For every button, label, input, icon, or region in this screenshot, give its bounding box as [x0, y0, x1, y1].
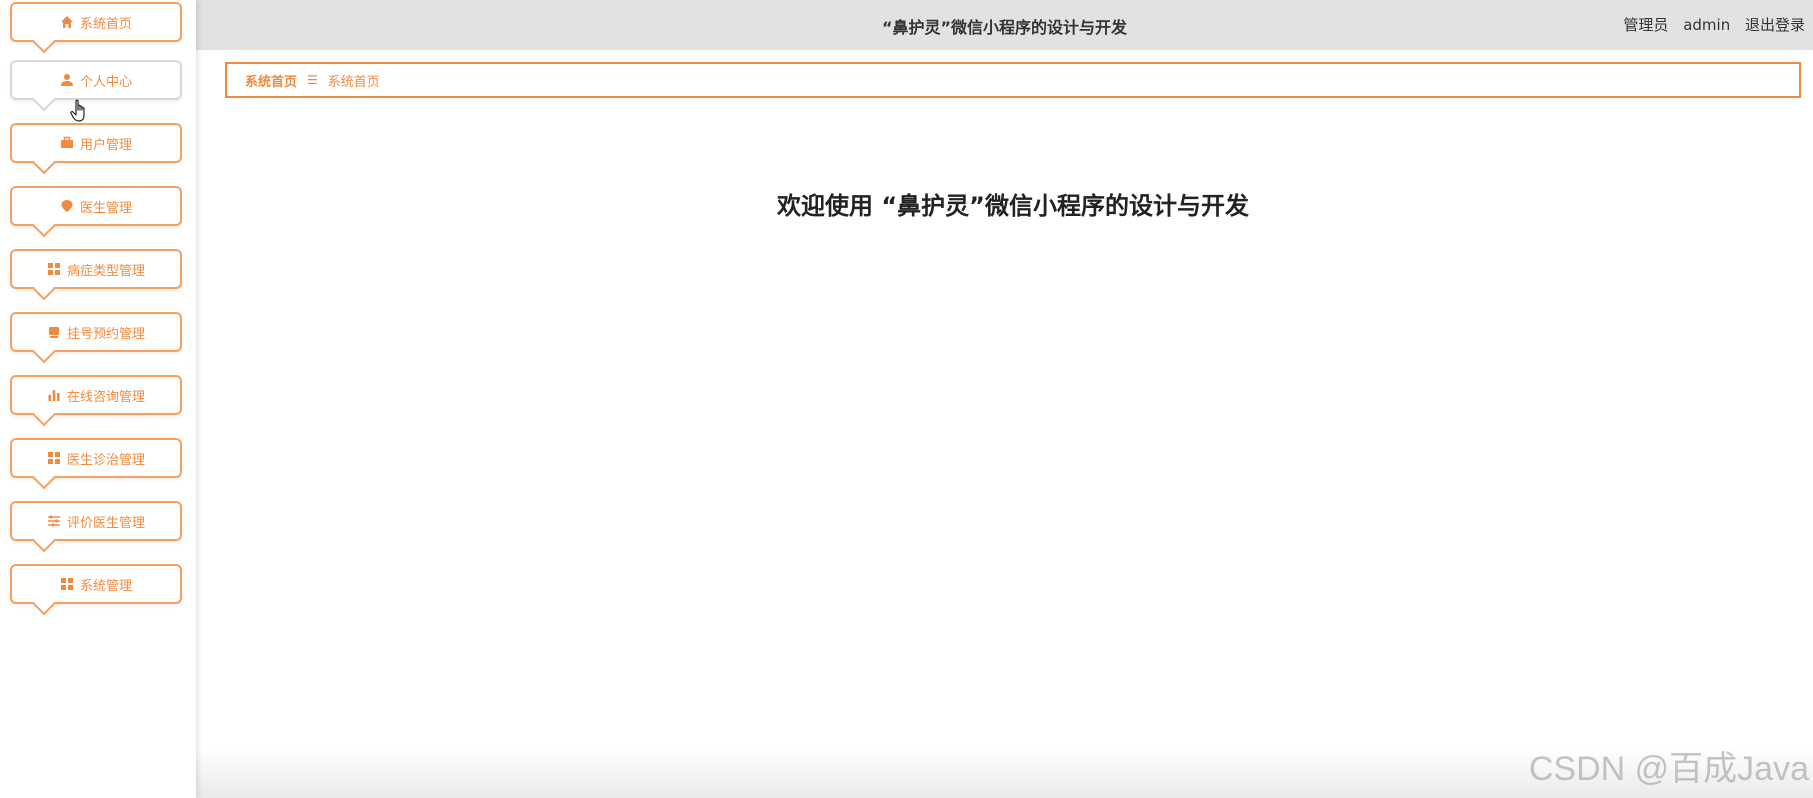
top-bar: “鼻护灵”微信小程序的设计与开发 管理员 admin 退出登录 — [196, 0, 1813, 50]
box-icon — [47, 325, 61, 339]
sidebar-item-profile[interactable]: 个人中心 — [10, 60, 182, 100]
sidebar-item-doctors[interactable]: 医生管理 — [10, 186, 182, 226]
sidebar-item-label: 挂号预约管理 — [66, 326, 145, 342]
sidebar-item-system[interactable]: 系统管理 — [10, 564, 182, 604]
sidebar-item-label: 系统首页 — [79, 16, 132, 32]
user-role: 管理员 — [1623, 16, 1669, 34]
home-icon — [60, 15, 74, 29]
welcome-heading: 欢迎使用 “鼻护灵”微信小程序的设计与开发 — [777, 192, 1249, 220]
sidebar-item-label: 个人中心 — [79, 74, 132, 90]
grid-icon — [60, 577, 74, 591]
sidebar-item-label: 用户管理 — [79, 137, 132, 153]
sidebar-item-label: 在线咨询管理 — [66, 389, 145, 405]
sidebar-item-label: 系统管理 — [79, 578, 132, 594]
app-title: “鼻护灵”微信小程序的设计与开发 — [881, 18, 1128, 37]
user-area: 管理员 admin 退出登录 — [1613, 14, 1805, 35]
breadcrumb-home-link[interactable]: 系统首页 — [245, 71, 297, 90]
sidebar-item-label: 评价医生管理 — [66, 515, 145, 531]
briefcase-icon — [60, 136, 74, 150]
sidebar-item-users[interactable]: 用户管理 — [10, 123, 182, 163]
sidebar-item-label: 医生诊治管理 — [66, 452, 145, 468]
pin-icon — [60, 199, 74, 213]
username: admin — [1683, 16, 1731, 34]
sidebar-item-home[interactable]: 系统首页 — [10, 2, 182, 42]
logout-button[interactable]: 退出登录 — [1745, 16, 1805, 34]
sidebar-item-label: 病症类型管理 — [66, 263, 145, 279]
user-icon — [60, 73, 74, 87]
sliders-icon — [47, 514, 61, 528]
menu-icon: ☰ — [307, 73, 318, 87]
grid-icon — [47, 451, 61, 465]
sidebar-item-disease-types[interactable]: 病症类型管理 — [10, 249, 182, 289]
sidebar-item-label: 医生管理 — [79, 200, 132, 216]
sidebar-item-consultation[interactable]: 在线咨询管理 — [10, 375, 182, 415]
sidebar-item-diagnosis[interactable]: 医生诊治管理 — [10, 438, 182, 478]
watermark: CSDN @百成Java — [1528, 750, 1809, 788]
breadcrumb-current: 系统首页 — [327, 74, 380, 90]
grid-icon — [47, 262, 61, 276]
sidebar-item-doctor-reviews[interactable]: 评价医生管理 — [10, 501, 182, 541]
sidebar-item-appointments[interactable]: 挂号预约管理 — [10, 312, 182, 352]
bar-chart-icon — [47, 388, 61, 402]
hand-cursor-icon — [70, 99, 90, 129]
breadcrumb: 系统首页 ☰ 系统首页 — [225, 62, 1801, 98]
sidebar: 系统首页 个人中心 用户管理 医生管理 病症类型管理 挂号预约管理 在线咨询管理… — [0, 0, 196, 798]
